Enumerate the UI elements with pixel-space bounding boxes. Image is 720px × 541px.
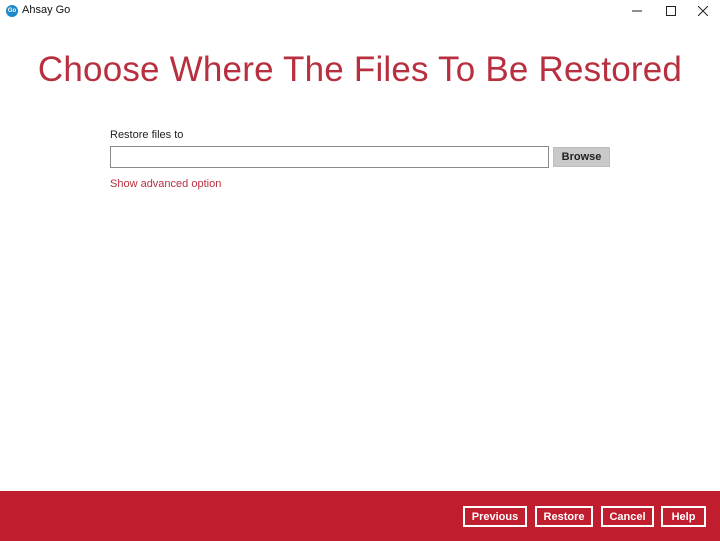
cancel-button[interactable]: Cancel bbox=[601, 506, 654, 527]
maximize-button[interactable] bbox=[654, 0, 688, 22]
close-icon bbox=[698, 6, 708, 16]
minimize-icon bbox=[632, 10, 642, 12]
maximize-icon bbox=[666, 6, 676, 16]
window-title: Ahsay Go bbox=[22, 4, 71, 16]
help-button[interactable]: Help bbox=[661, 506, 706, 527]
app-logo-icon: Go bbox=[6, 5, 18, 17]
previous-button[interactable]: Previous bbox=[463, 506, 527, 527]
restore-button[interactable]: Restore bbox=[535, 506, 593, 527]
minimize-button[interactable] bbox=[620, 0, 654, 22]
page-title: Choose Where The Files To Be Restored bbox=[37, 50, 683, 89]
restore-path-input[interactable] bbox=[110, 146, 549, 168]
show-advanced-option-link[interactable]: Show advanced option bbox=[110, 178, 221, 190]
restore-files-to-label: Restore files to bbox=[110, 129, 184, 141]
footer-bar: Previous Restore Cancel Help bbox=[0, 491, 720, 541]
browse-button[interactable]: Browse bbox=[553, 147, 610, 167]
close-button[interactable] bbox=[686, 0, 720, 22]
title-bar: Go Ahsay Go bbox=[0, 0, 720, 22]
